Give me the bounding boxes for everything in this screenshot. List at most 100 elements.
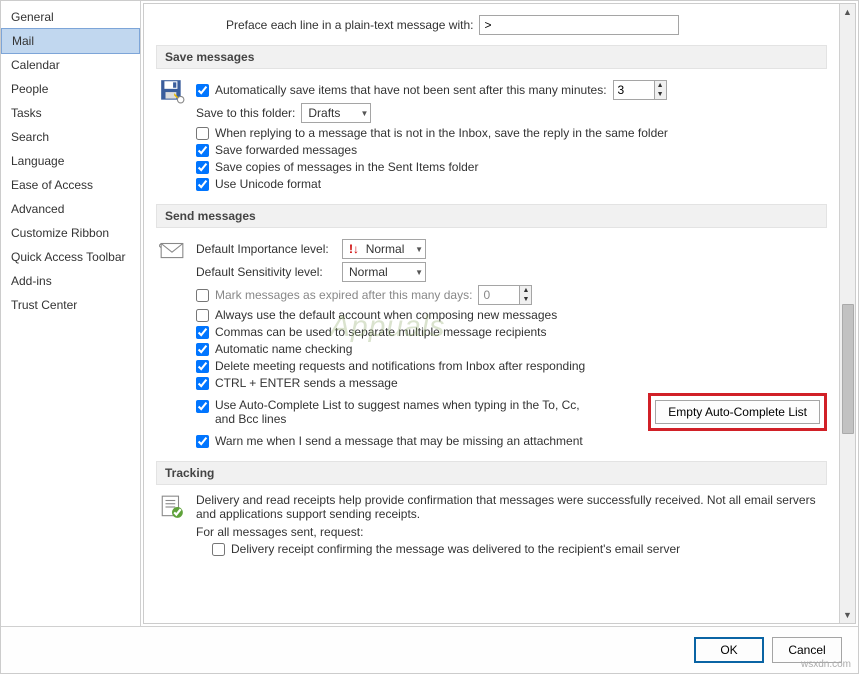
tracking-icon [156, 493, 188, 521]
spin-up-icon[interactable]: ▲ [654, 81, 666, 90]
auto-save-label: Automatically save items that have not b… [215, 83, 607, 97]
chevron-down-icon: ▼ [360, 109, 368, 118]
cancel-button[interactable]: Cancel [772, 637, 842, 663]
sidebar-item-calendar[interactable]: Calendar [1, 53, 140, 77]
scroll-down-icon[interactable]: ▼ [840, 607, 855, 623]
chevron-down-icon: ▼ [415, 245, 423, 254]
sidebar-item-quick-access[interactable]: Quick Access Toolbar [1, 245, 140, 269]
reply-folder-checkbox[interactable] [196, 127, 209, 140]
preface-row: Preface each line in a plain-text messag… [226, 15, 827, 35]
save-folder-value: Drafts [308, 106, 340, 120]
delete-meeting-label: Delete meeting requests and notification… [215, 359, 585, 373]
save-icon [156, 77, 188, 105]
section-send-header: Send messages [156, 204, 827, 228]
ctrl-enter-checkbox[interactable] [196, 377, 209, 390]
save-sent-label: Save copies of messages in the Sent Item… [215, 160, 478, 174]
spin-down-icon[interactable]: ▼ [654, 90, 666, 99]
reply-folder-row: When replying to a message that is not i… [196, 126, 827, 140]
importance-combo[interactable]: !↓ Normal ▼ [342, 239, 426, 259]
sidebar-item-search[interactable]: Search [1, 125, 140, 149]
sidebar-item-mail[interactable]: Mail [1, 28, 140, 54]
send-icon [156, 236, 188, 264]
sensitivity-combo[interactable]: Normal ▼ [342, 262, 426, 282]
expired-checkbox[interactable] [196, 289, 209, 302]
save-sent-checkbox[interactable] [196, 161, 209, 174]
save-section-body: Automatically save items that have not b… [156, 77, 827, 194]
send-section-body: Default Importance level: !↓ Normal ▼ De… [156, 236, 827, 451]
empty-autocomplete-button[interactable]: Empty Auto-Complete List [655, 400, 820, 424]
ctrl-enter-row: CTRL + ENTER sends a message [196, 376, 827, 390]
auto-save-spinner[interactable]: ▲▼ [613, 80, 667, 100]
section-save-header: Save messages [156, 45, 827, 69]
commas-row: Commas can be used to separate multiple … [196, 325, 827, 339]
save-forwarded-row: Save forwarded messages [196, 143, 827, 157]
auto-name-checkbox[interactable] [196, 343, 209, 356]
dialog-footer: OK Cancel [1, 626, 858, 673]
expired-row: Mark messages as expired after this many… [196, 285, 827, 305]
scrollbar[interactable]: ▲ ▼ [839, 4, 855, 623]
tracking-request-label: For all messages sent, request: [196, 525, 827, 539]
ctrl-enter-label: CTRL + ENTER sends a message [215, 376, 398, 390]
importance-icon: !↓ [349, 242, 359, 256]
options-content: Preface each line in a plain-text messag… [144, 4, 839, 623]
content-wrap: Preface each line in a plain-text messag… [143, 3, 856, 624]
ok-button[interactable]: OK [694, 637, 764, 663]
scroll-up-icon[interactable]: ▲ [840, 4, 855, 20]
spin-up-icon[interactable]: ▲ [519, 286, 531, 295]
sidebar-item-tasks[interactable]: Tasks [1, 101, 140, 125]
sidebar-item-addins[interactable]: Add-ins [1, 269, 140, 293]
sensitivity-row: Default Sensitivity level: Normal ▼ [196, 262, 827, 282]
reply-folder-label: When replying to a message that is not i… [215, 126, 668, 140]
dialog-body: General Mail Calendar People Tasks Searc… [1, 1, 858, 626]
sidebar-item-trust-center[interactable]: Trust Center [1, 293, 140, 317]
commas-checkbox[interactable] [196, 326, 209, 339]
save-folder-label: Save to this folder: [196, 106, 295, 120]
save-sent-row: Save copies of messages in the Sent Item… [196, 160, 827, 174]
delete-meeting-checkbox[interactable] [196, 360, 209, 373]
chevron-down-icon: ▼ [415, 268, 423, 277]
preface-input[interactable] [479, 15, 679, 35]
save-forwarded-checkbox[interactable] [196, 144, 209, 157]
sensitivity-label: Default Sensitivity level: [196, 265, 336, 279]
save-folder-combo[interactable]: Drafts ▼ [301, 103, 371, 123]
unicode-row: Use Unicode format [196, 177, 827, 191]
empty-autocomplete-highlight: Empty Auto-Complete List [648, 393, 827, 431]
sidebar-item-general[interactable]: General [1, 5, 140, 29]
sidebar-item-language[interactable]: Language [1, 149, 140, 173]
importance-value: Normal [366, 242, 405, 256]
spin-down-icon[interactable]: ▼ [519, 295, 531, 304]
sidebar-item-customize-ribbon[interactable]: Customize Ribbon [1, 221, 140, 245]
autocomplete-row: Use Auto-Complete List to suggest names … [196, 393, 827, 431]
unicode-checkbox[interactable] [196, 178, 209, 191]
importance-row: Default Importance level: !↓ Normal ▼ [196, 239, 827, 259]
default-account-label: Always use the default account when comp… [215, 308, 557, 322]
warn-attach-checkbox[interactable] [196, 435, 209, 448]
commas-label: Commas can be used to separate multiple … [215, 325, 547, 339]
expired-value[interactable] [479, 286, 519, 304]
options-sidebar: General Mail Calendar People Tasks Searc… [1, 1, 141, 626]
auto-name-label: Automatic name checking [215, 342, 352, 356]
scrollbar-thumb[interactable] [842, 304, 854, 434]
warn-attach-label: Warn me when I send a message that may b… [215, 434, 583, 448]
auto-save-value[interactable] [614, 81, 654, 99]
warn-attach-row: Warn me when I send a message that may b… [196, 434, 827, 448]
autocomplete-checkbox[interactable] [196, 400, 209, 413]
sidebar-item-ease-of-access[interactable]: Ease of Access [1, 173, 140, 197]
importance-label: Default Importance level: [196, 242, 336, 256]
sidebar-item-advanced[interactable]: Advanced [1, 197, 140, 221]
tracking-desc: Delivery and read receipts help provide … [196, 493, 827, 521]
expired-spinner[interactable]: ▲▼ [478, 285, 532, 305]
auto-save-checkbox[interactable] [196, 84, 209, 97]
save-forwarded-label: Save forwarded messages [215, 143, 357, 157]
tracking-section-body: Delivery and read receipts help provide … [156, 493, 827, 559]
delivery-receipt-row: Delivery receipt confirming the message … [212, 542, 827, 556]
delivery-receipt-label: Delivery receipt confirming the message … [231, 542, 680, 556]
sensitivity-value: Normal [349, 265, 388, 279]
auto-name-row: Automatic name checking [196, 342, 827, 356]
delivery-receipt-checkbox[interactable] [212, 543, 225, 556]
sidebar-item-people[interactable]: People [1, 77, 140, 101]
delete-meeting-row: Delete meeting requests and notification… [196, 359, 827, 373]
default-account-row: Always use the default account when comp… [196, 308, 827, 322]
default-account-checkbox[interactable] [196, 309, 209, 322]
preface-label: Preface each line in a plain-text messag… [226, 18, 473, 32]
